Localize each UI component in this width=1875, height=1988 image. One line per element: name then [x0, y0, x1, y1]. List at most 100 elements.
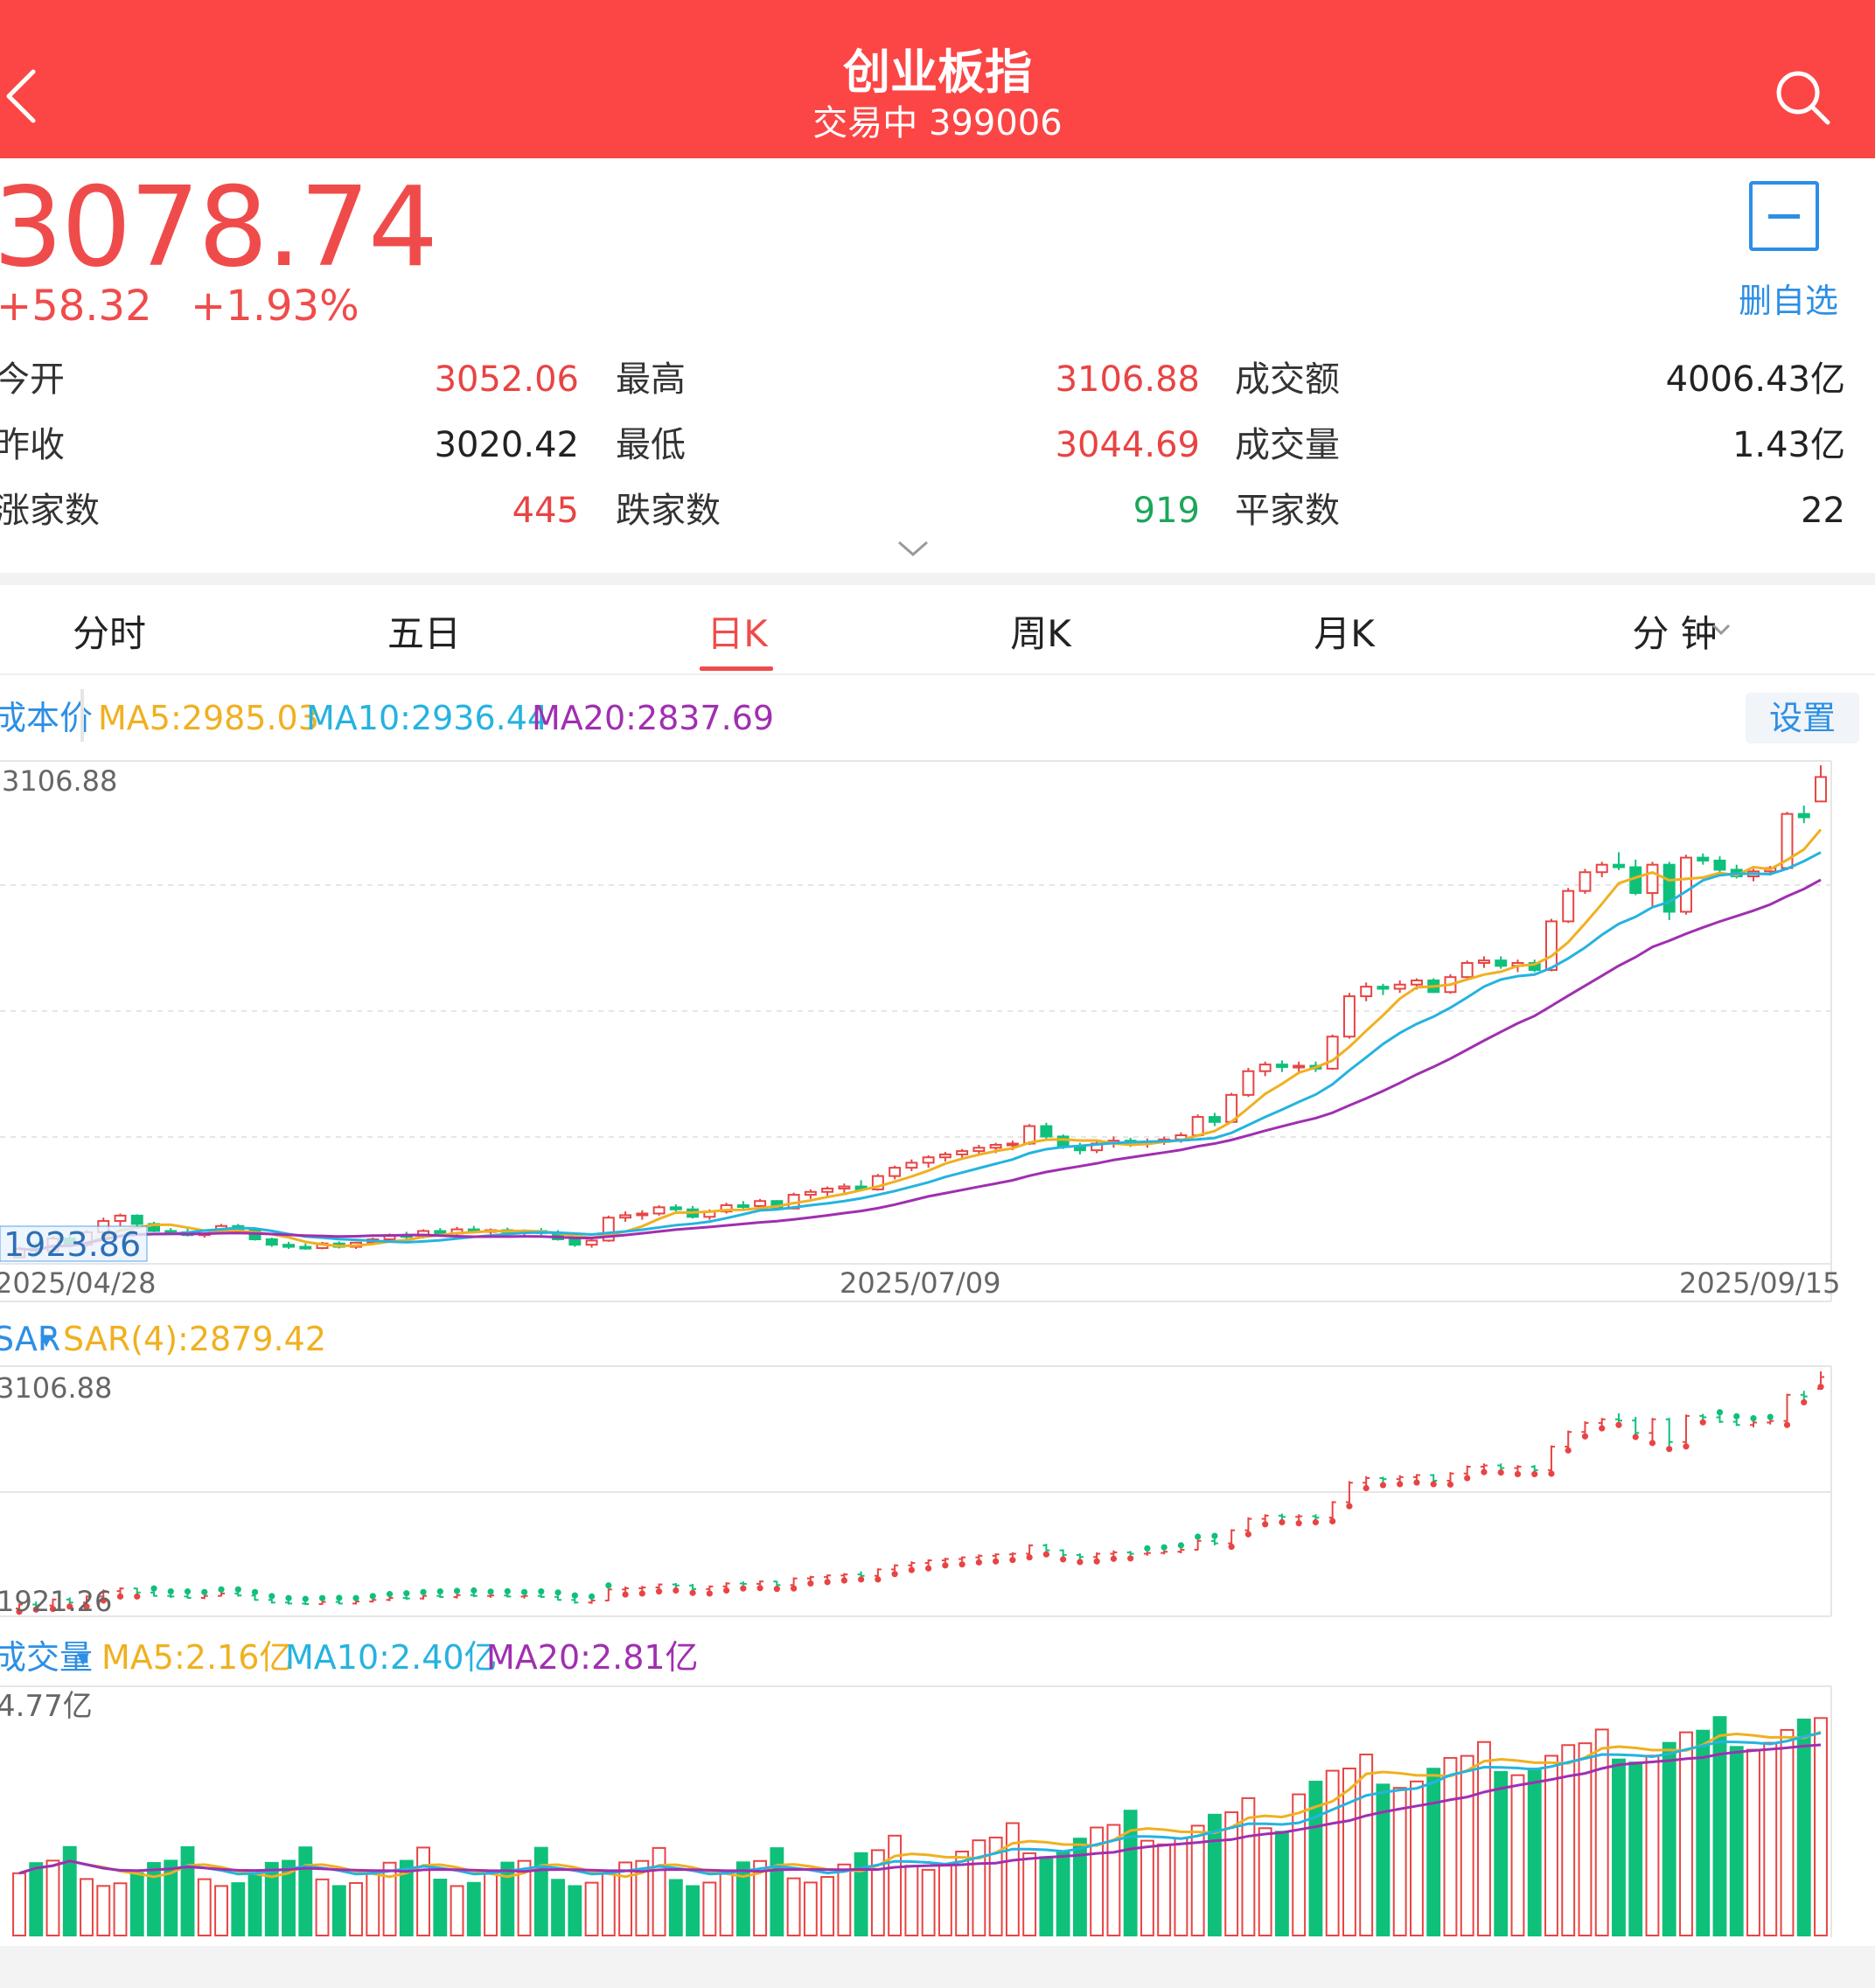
sar-dot: [605, 1582, 612, 1589]
sar-dot: [1632, 1433, 1639, 1440]
volume-bar: [770, 1847, 784, 1937]
stock-chart: 3106.88 1923.86 2025/04/28 2025/07/09 20…: [0, 760, 1840, 1937]
sar-dot: [150, 1585, 157, 1592]
caret-down-icon[interactable]: ▼: [77, 1650, 89, 1668]
sar-dot: [386, 1591, 394, 1598]
candle-body: [1006, 1142, 1019, 1147]
sar-dot: [1733, 1413, 1740, 1420]
candle-body: [1377, 986, 1390, 990]
sar-dot: [1497, 1468, 1504, 1476]
sar-dot: [588, 1593, 596, 1600]
candle-body: [1646, 863, 1659, 895]
candle-body: [1495, 959, 1508, 967]
sar-dot: [1783, 1421, 1791, 1428]
candle-body: [838, 1185, 851, 1189]
sar-dot: [302, 1595, 309, 1602]
sar-dot: [403, 1590, 410, 1597]
sar-grid: [0, 1365, 1832, 1617]
volume-bar: [921, 1868, 936, 1936]
sar-dot: [1295, 1520, 1302, 1527]
candle-body: [585, 1239, 598, 1246]
sar-min-label: 1921.26: [0, 1585, 112, 1618]
sar-dot: [840, 1577, 847, 1584]
sar-dots: [16, 1384, 1824, 1615]
sar-dot: [436, 1588, 443, 1595]
volume-bar: [1796, 1718, 1811, 1936]
sar-dot: [201, 1588, 208, 1595]
volume-bar: [584, 1881, 599, 1937]
volume-bar: [1477, 1740, 1491, 1936]
volume-bar: [382, 1861, 397, 1936]
volume-bar: [1157, 1843, 1172, 1936]
volume-bar: [349, 1881, 363, 1936]
sar-dot: [942, 1562, 949, 1569]
sar-dot: [285, 1594, 292, 1601]
volume-bar: [972, 1839, 986, 1936]
candle-body: [282, 1244, 296, 1248]
sar-price-bars: [16, 1371, 1824, 1610]
sar-dot: [1262, 1521, 1269, 1528]
sar-dot: [420, 1588, 427, 1595]
volume-bar: [719, 1871, 734, 1937]
date-mid: 2025/07/09: [840, 1266, 1000, 1300]
sar-dot: [1683, 1443, 1690, 1450]
volume-bar: [1072, 1838, 1087, 1937]
sar-dot: [352, 1594, 359, 1601]
volume-bar: [315, 1878, 330, 1936]
sar-dot: [722, 1587, 730, 1594]
volume-bar: [1696, 1729, 1711, 1936]
sar-dot: [1817, 1384, 1824, 1391]
candle-body: [1326, 1036, 1339, 1070]
candle-body: [1393, 983, 1406, 990]
volume-bar: [1645, 1754, 1660, 1937]
sar-dot: [1026, 1554, 1033, 1561]
volume-bar: [1005, 1822, 1020, 1937]
candle-body: [804, 1190, 817, 1196]
volume-bar: [568, 1885, 582, 1937]
volume-bar: [1594, 1728, 1609, 1937]
kline-max-label: 3106.88: [2, 764, 117, 798]
candle-body: [1360, 986, 1373, 998]
candle-body: [1544, 920, 1558, 972]
candle-body: [636, 1212, 649, 1217]
volume-bar: [466, 1881, 481, 1936]
sar-dot: [1042, 1551, 1049, 1558]
sar-dot: [875, 1576, 882, 1583]
candle-body: [905, 1161, 918, 1169]
candle-body: [821, 1187, 834, 1193]
sar-dot: [908, 1566, 915, 1573]
volume-bar: [1460, 1754, 1474, 1936]
kline-grid: [0, 760, 1832, 1302]
volume-bar: [1746, 1748, 1760, 1937]
volume-bar: [264, 1861, 279, 1936]
volume-bar: [1494, 1771, 1509, 1937]
candle-body: [1815, 776, 1827, 803]
caret-down-icon[interactable]: ▼: [40, 1331, 52, 1350]
candle-body: [989, 1143, 1002, 1149]
volume-bar: [113, 1882, 128, 1936]
sar-dot: [336, 1594, 343, 1601]
volume-bar: [652, 1846, 666, 1937]
volume-bar: [1544, 1754, 1558, 1936]
volume-ma10-legend: MA10:2.40亿: [285, 1638, 498, 1677]
candle-body: [1713, 859, 1726, 871]
sar-value: SAR(4):2879.42: [63, 1320, 326, 1358]
volume-bars: [12, 1716, 1828, 1937]
candle-body: [1613, 863, 1625, 868]
candle-body: [619, 1214, 632, 1219]
candle-body: [1579, 871, 1592, 892]
candle-body: [1293, 1064, 1306, 1069]
sar-dot: [1446, 1481, 1454, 1488]
sar-dot: [1581, 1433, 1589, 1440]
sar-dot: [975, 1559, 982, 1566]
sar-dot: [1699, 1419, 1706, 1426]
volume-bar: [1359, 1754, 1374, 1937]
sar-dot: [622, 1591, 629, 1598]
volume-bar: [686, 1885, 701, 1937]
candle-body: [956, 1150, 969, 1155]
volume-bar: [298, 1846, 313, 1936]
sar-dot: [571, 1592, 578, 1599]
volume-bar: [1527, 1768, 1542, 1936]
candle-body: [1040, 1125, 1053, 1138]
volume-bar: [1814, 1717, 1828, 1936]
